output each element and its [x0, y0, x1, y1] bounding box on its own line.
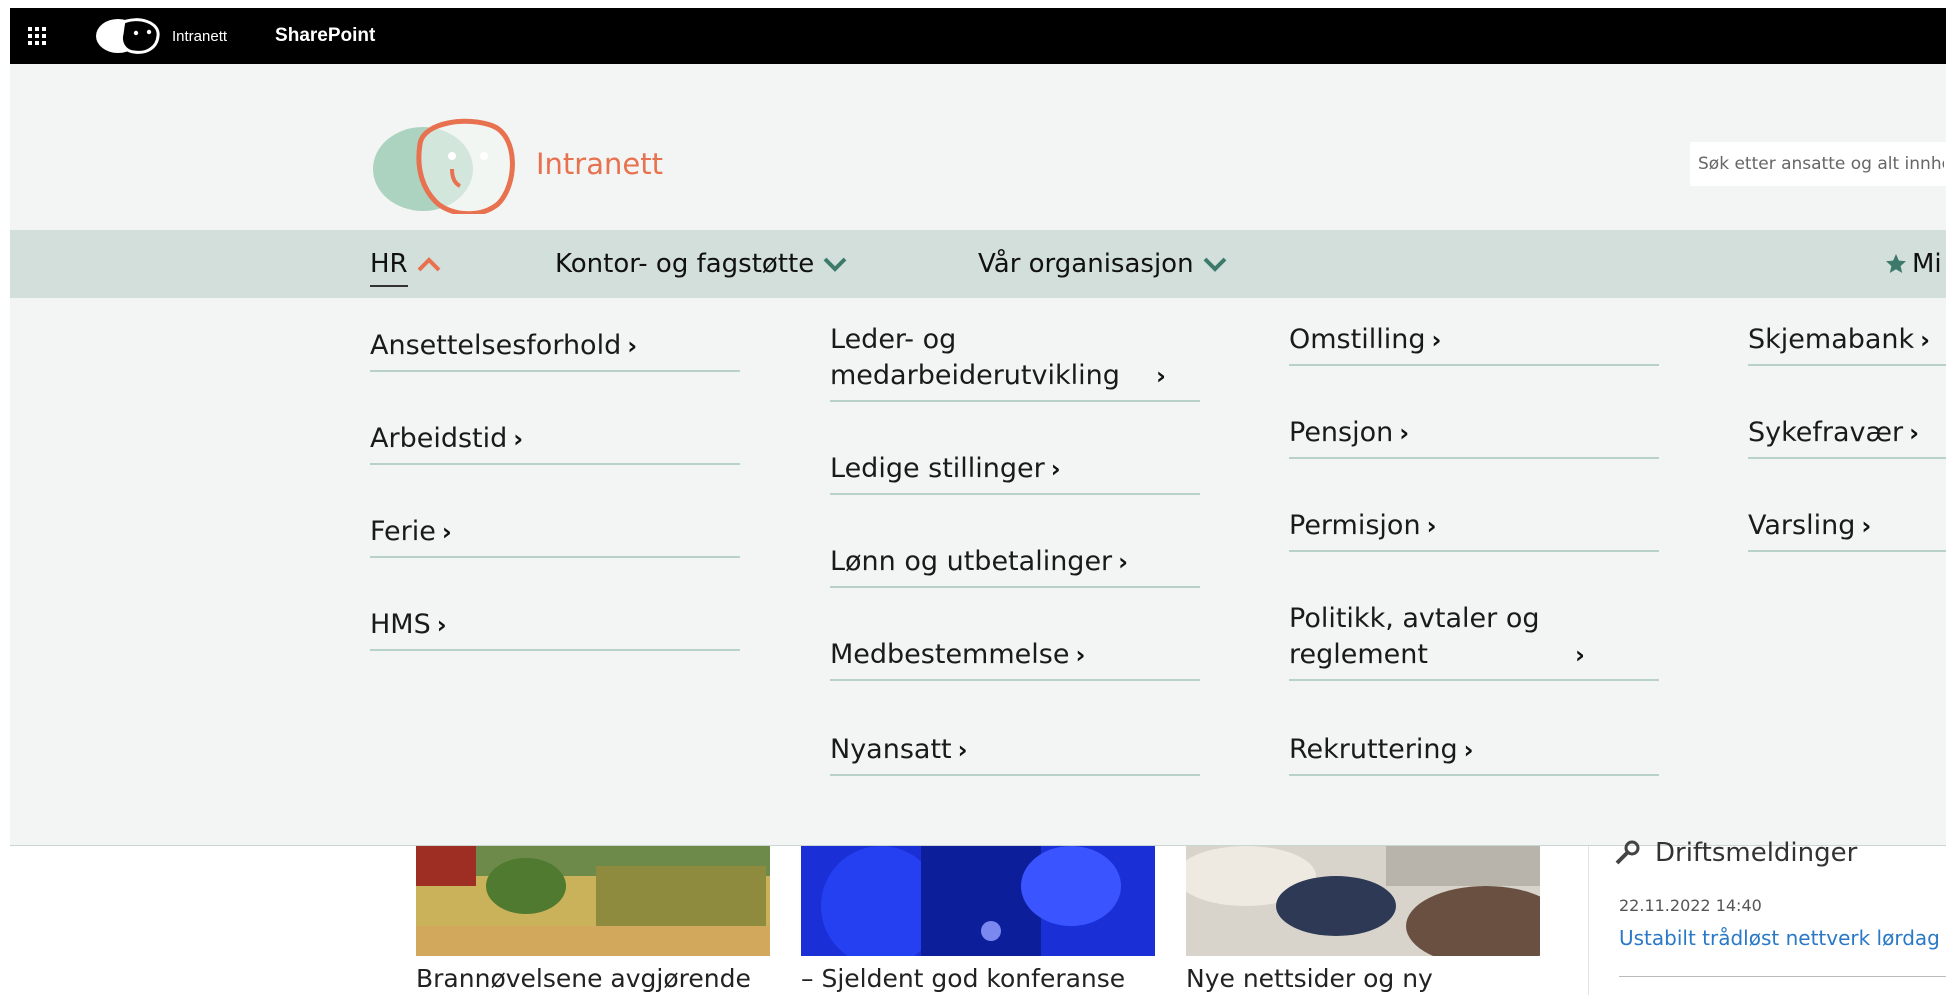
chevron-right-icon: › — [1909, 419, 1920, 447]
chevron-right-icon: › — [1463, 736, 1474, 764]
divider — [1619, 976, 1946, 977]
news-card[interactable]: Brannøvelsene avgjørende — [416, 846, 770, 993]
site-title: Intranett — [536, 147, 663, 181]
menu-item-omstilling[interactable]: Omstilling › — [1289, 322, 1659, 366]
menu-item-label: Omstilling — [1289, 324, 1426, 355]
menu-item-ferie[interactable]: Ferie › — [370, 514, 740, 558]
menu-item-permisjon[interactable]: Permisjon › — [1289, 508, 1659, 552]
suite-app-name[interactable]: SharePoint — [275, 25, 375, 47]
nav-item-label: HR — [370, 249, 408, 287]
menu-item-label: Leder- og medarbeiderutvikling — [830, 324, 1120, 391]
menu-item-label: Varsling — [1748, 510, 1856, 541]
menu-item-hms[interactable]: HMS › — [370, 607, 740, 651]
news-image — [1186, 846, 1540, 956]
suite-bar: Intranett SharePoint — [10, 8, 1946, 64]
menu-item-pensjon[interactable]: Pensjon › — [1289, 415, 1659, 459]
menu-item-nyansatt[interactable]: Nyansatt › — [830, 732, 1200, 776]
nav-item-mine[interactable]: Mi — [1884, 230, 1942, 298]
nav-item-label: Mi — [1912, 249, 1942, 279]
menu-item-label: Nyansatt — [830, 734, 952, 765]
driftsmeldinger-panel: Driftsmeldinger 22.11.2022 14:40 Ustabil… — [1588, 838, 1946, 995]
menu-item-label: Permisjon — [1289, 510, 1421, 541]
driftsmeldinger-title: Driftsmeldinger — [1655, 838, 1858, 868]
nav-item-hr[interactable]: HR — [370, 230, 442, 298]
menu-item-label: Rekruttering — [1289, 734, 1458, 765]
menu-item-label: Lønn og utbetalinger — [830, 546, 1113, 577]
news-title: Nye nettsider og ny — [1186, 964, 1433, 993]
chevron-right-icon: › — [436, 611, 447, 639]
site-header: Intranett — [10, 64, 1946, 230]
news-card[interactable]: Nye nettsider og ny — [1186, 846, 1540, 993]
suite-logo[interactable]: Intranett — [94, 8, 227, 64]
menu-item-label: Pensjon — [1289, 417, 1394, 448]
menu-item-medbestemmelse[interactable]: Medbestemmelse › — [830, 637, 1200, 681]
intranett-logo-icon — [96, 18, 160, 54]
nav-item-var-organisasjon[interactable]: Vår organisasjon — [978, 230, 1228, 298]
chevron-right-icon: › — [1399, 419, 1410, 447]
menu-item-label: Ansettelsesforhold — [370, 330, 622, 361]
wrench-icon — [1615, 840, 1640, 865]
news-image — [801, 846, 1155, 956]
page-content: Brannøvelsene avgjørende – Sjeldent god … — [10, 838, 1946, 995]
site-logo[interactable]: Intranett — [368, 114, 663, 214]
chevron-right-icon: › — [1075, 641, 1086, 669]
news-card[interactable]: – Sjeldent god konferanse — [801, 846, 1155, 993]
menu-item-rekruttering[interactable]: Rekruttering › — [1289, 732, 1659, 776]
menu-item-label: Arbeidstid — [370, 423, 508, 454]
suite-logo-text: Intranett — [172, 27, 228, 45]
menu-item-label: Sykefravær — [1748, 417, 1904, 448]
chevron-right-icon: › — [513, 425, 524, 453]
chevron-down-icon — [823, 257, 847, 272]
chevron-right-icon: › — [957, 736, 968, 764]
intranett-brand-icon — [373, 118, 515, 214]
nav-item-label: Kontor- og fagstøtte — [555, 249, 815, 279]
menu-item-label: Medbestemmelse — [830, 639, 1070, 670]
chevron-right-icon: › — [1426, 512, 1437, 540]
menu-item-ledige-stillinger[interactable]: Ledige stillinger › — [830, 451, 1200, 495]
main-navigation: HR Kontor- og fagstøtte Vår organisasjon… — [10, 230, 1946, 298]
driftsmeldinger-heading: Driftsmeldinger — [1613, 838, 1857, 868]
menu-item-skjemabank[interactable]: Skjemabank › — [1748, 322, 1946, 366]
news-title: – Sjeldent god konferanse — [801, 964, 1126, 993]
chevron-right-icon: › — [1575, 641, 1585, 669]
menu-item-label: Skjemabank — [1748, 324, 1915, 355]
chevron-up-icon — [417, 257, 441, 272]
menu-item-ansettelsesforhold[interactable]: Ansettelsesforhold › — [370, 328, 740, 372]
menu-item-label: Politikk, avtaler og reglement — [1289, 603, 1540, 670]
news-image — [416, 846, 770, 956]
chevron-right-icon: › — [627, 332, 638, 360]
menu-item-label: Ferie — [370, 516, 436, 547]
nav-item-label: Vår organisasjon — [978, 249, 1194, 279]
menu-item-label: HMS — [370, 609, 431, 640]
nav-item-kontor-og-fagstotte[interactable]: Kontor- og fagstøtte — [555, 230, 848, 298]
chevron-right-icon: › — [1156, 362, 1166, 390]
search-input[interactable] — [1690, 142, 1946, 186]
waffle-icon[interactable] — [10, 8, 64, 64]
chevron-right-icon: › — [1118, 548, 1129, 576]
chevron-right-icon: › — [1050, 455, 1061, 483]
menu-item-arbeidstid[interactable]: Arbeidstid › — [370, 421, 740, 465]
star-icon — [1886, 254, 1906, 273]
message-date: 22.11.2022 14:40 — [1619, 896, 1762, 915]
chevron-right-icon: › — [1431, 326, 1442, 354]
chevron-right-icon: › — [1861, 512, 1872, 540]
menu-item-varsling[interactable]: Varsling › — [1748, 508, 1946, 552]
message-link[interactable]: Ustabilt trådløst nettverk lørdag — [1619, 926, 1940, 950]
menu-item-politikk-avtaler-og-reglement[interactable]: Politikk, avtaler og reglement › — [1289, 601, 1659, 681]
menu-item-label: Ledige stillinger — [830, 453, 1045, 484]
chevron-down-icon — [1203, 257, 1226, 272]
menu-item-lonn-og-utbetalinger[interactable]: Lønn og utbetalinger › — [830, 544, 1200, 588]
chevron-right-icon: › — [1920, 326, 1931, 354]
chevron-right-icon: › — [441, 518, 452, 546]
hr-mega-menu: Ansettelsesforhold › Arbeidstid › Ferie › H… — [10, 298, 1946, 846]
menu-item-sykefravaer[interactable]: Sykefravær › — [1748, 415, 1946, 459]
menu-item-leder-og-medarbeiderutvikling[interactable]: Leder- og medarbeiderutvikling › — [830, 322, 1200, 402]
news-title: Brannøvelsene avgjørende — [416, 964, 751, 993]
